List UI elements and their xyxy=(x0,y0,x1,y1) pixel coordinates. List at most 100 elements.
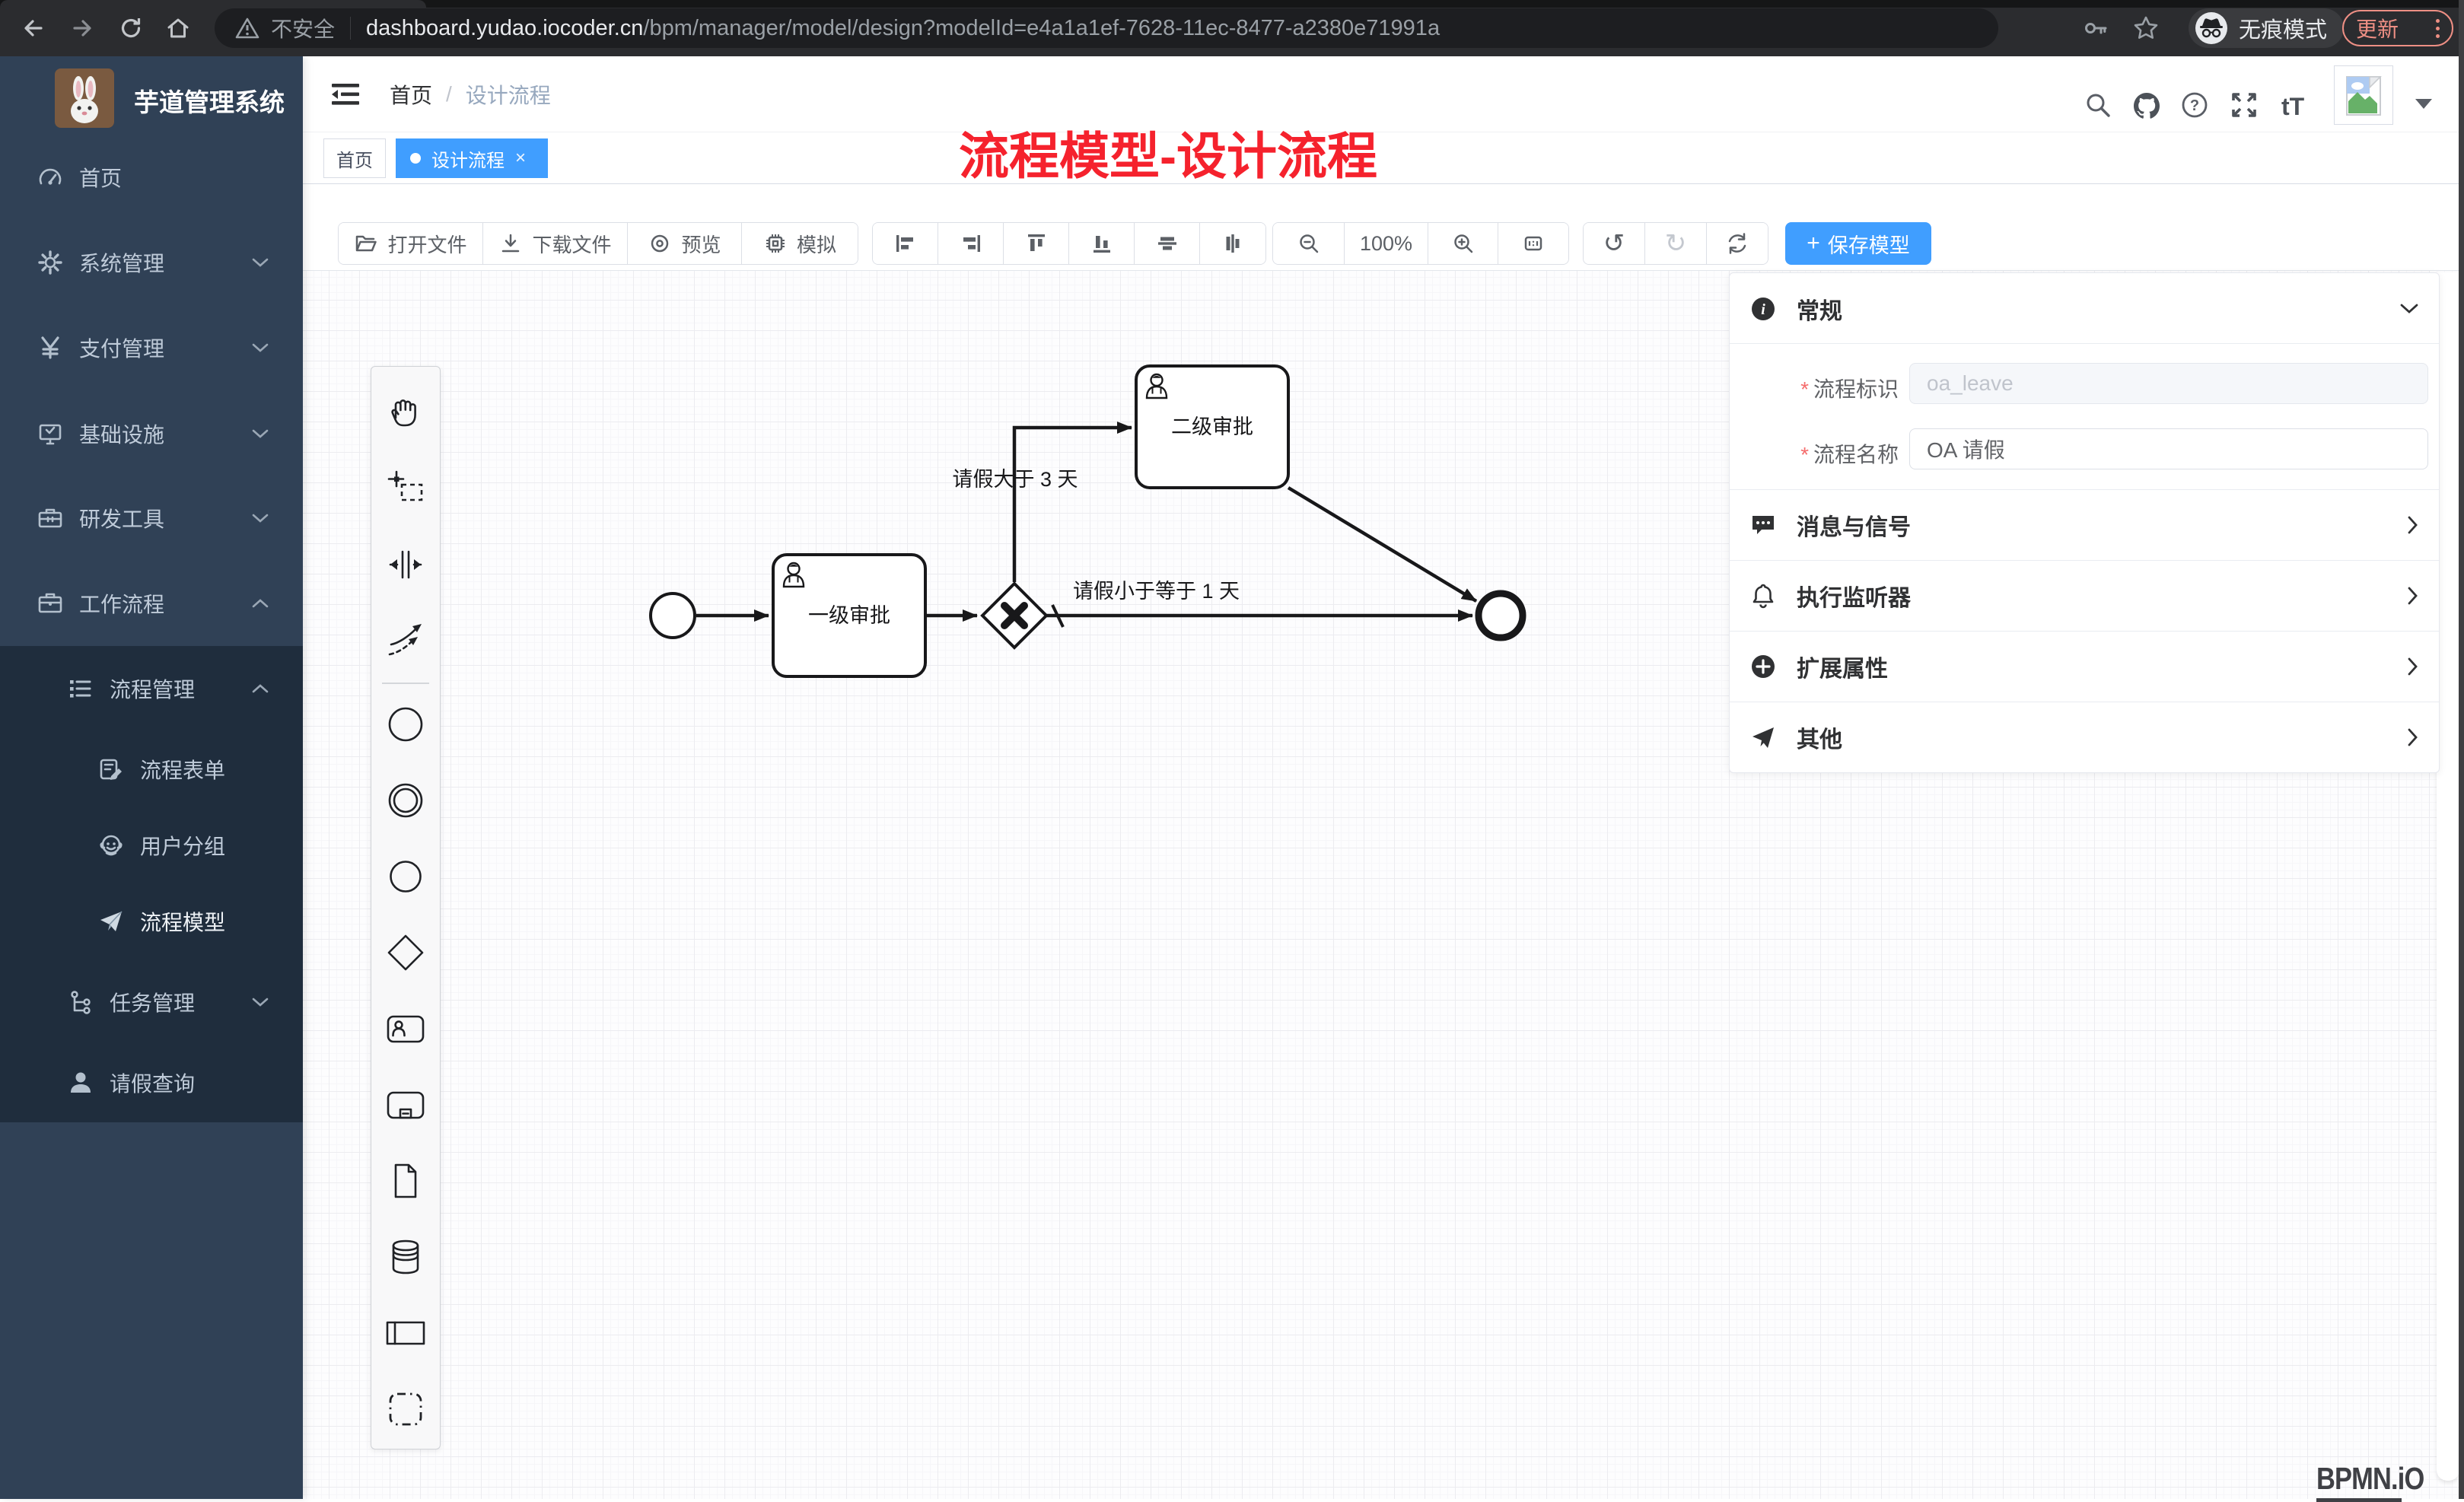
sidebar-item-process-form[interactable]: 流程表单 xyxy=(0,731,303,807)
global-connect-tool[interactable] xyxy=(371,603,440,679)
update-button[interactable]: 更新 xyxy=(2342,10,2453,46)
bookmark-star-icon[interactable] xyxy=(2126,8,2166,48)
save-model-button[interactable]: + 保存模型 xyxy=(1785,222,1931,265)
end-event[interactable] xyxy=(1479,593,1523,638)
tab-home[interactable]: 首页 xyxy=(323,138,386,178)
align-center-button[interactable] xyxy=(1200,223,1265,264)
download-file-button[interactable]: 下载文件 xyxy=(483,223,628,264)
create-start-event[interactable] xyxy=(371,686,440,762)
flow-label-gt3[interactable]: 请假大于 3 天 xyxy=(952,468,1078,491)
security-label[interactable]: 不安全 xyxy=(271,13,335,43)
font-size-icon[interactable]: tT xyxy=(2281,93,2312,123)
align-bottom-button[interactable] xyxy=(1069,223,1135,264)
create-gateway[interactable] xyxy=(371,915,440,991)
sidebar-toggle-icon[interactable] xyxy=(330,79,361,110)
exclusive-gateway[interactable] xyxy=(982,584,1046,648)
avatar[interactable] xyxy=(2334,65,2393,125)
key-icon[interactable] xyxy=(2076,8,2115,48)
section-message-signal[interactable]: 消息与信号 xyxy=(1730,489,2439,560)
app-logo[interactable]: 芋道管理系统 xyxy=(0,62,303,135)
sidebar-item-infra[interactable]: 基础设施 xyxy=(0,391,303,476)
incognito-label: 无痕模式 xyxy=(2239,12,2327,44)
user-icon xyxy=(67,1069,94,1096)
reload-icon[interactable] xyxy=(111,8,151,48)
space-tool[interactable] xyxy=(371,527,440,603)
robot-icon xyxy=(97,832,125,859)
bpmn-palette xyxy=(371,366,441,1449)
flow-task2-to-end[interactable] xyxy=(1288,488,1476,601)
address-bar[interactable]: 不安全 dashboard.yudao.iocoder.cn/bpm/manag… xyxy=(215,8,1998,48)
create-user-task[interactable] xyxy=(371,991,440,1067)
caret-down-icon[interactable] xyxy=(2415,99,2432,109)
sidebar-item-task-mgmt[interactable]: 任务管理 xyxy=(0,959,303,1045)
sidebar-item-workflow[interactable]: 工作流程 xyxy=(0,561,303,646)
url-host[interactable]: dashboard.yudao.iocoder.cn xyxy=(366,16,643,41)
open-file-button[interactable]: 打开文件 xyxy=(339,223,483,264)
incognito-badge: 无痕模式 xyxy=(2189,8,2344,48)
section-general[interactable]: i 常规 xyxy=(1730,273,2439,344)
align-left-button[interactable] xyxy=(873,223,938,264)
zoom-in-button[interactable] xyxy=(1428,223,1498,264)
logo-image xyxy=(55,68,114,128)
create-data-object[interactable] xyxy=(371,1143,440,1219)
hand-tool[interactable] xyxy=(371,374,440,450)
close-icon[interactable]: × xyxy=(515,148,526,169)
sidebar-item-user-group[interactable]: 用户分组 xyxy=(0,807,303,883)
section-execution-listener[interactable]: 执行监听器 xyxy=(1730,560,2439,631)
section-extended-attrs[interactable]: 扩展属性 xyxy=(1730,631,2439,702)
simulate-button[interactable]: 模拟 xyxy=(742,223,858,264)
create-participant[interactable] xyxy=(371,1295,440,1371)
forward-icon[interactable] xyxy=(62,8,102,48)
back-icon[interactable] xyxy=(14,8,53,48)
align-top-button[interactable] xyxy=(1004,223,1069,264)
sidebar-item-process-model[interactable]: 流程模型 xyxy=(0,883,303,959)
panel-scroll-gutter[interactable] xyxy=(2437,272,2459,1481)
process-name-input[interactable] xyxy=(1909,428,2428,469)
start-event[interactable] xyxy=(651,593,695,638)
zoom-out-button[interactable] xyxy=(1273,223,1345,264)
sidebar-item-system[interactable]: 系统管理 xyxy=(0,220,303,305)
preview-button[interactable]: 预览 xyxy=(628,223,742,264)
restart-button[interactable] xyxy=(1707,223,1768,264)
github-icon[interactable] xyxy=(2131,90,2161,120)
undo-button[interactable]: ↺ xyxy=(1584,223,1645,264)
create-subprocess[interactable] xyxy=(371,1067,440,1143)
sidebar-item-home[interactable]: 首页 xyxy=(0,135,303,220)
sidebar-item-process-mgmt[interactable]: 流程管理 xyxy=(0,646,303,731)
sidebar-item-devtools[interactable]: 研发工具 xyxy=(0,476,303,561)
user-task-2[interactable]: 二级审批 xyxy=(1136,366,1288,488)
sidebar-item-payment[interactable]: 支付管理 xyxy=(0,305,303,390)
sidebar-item-leave-query[interactable]: 请假查询 xyxy=(0,1045,303,1121)
browser-tab[interactable] xyxy=(0,0,426,8)
zoom-reset-button[interactable] xyxy=(1498,223,1568,264)
home-icon[interactable] xyxy=(158,8,198,48)
section-title: 其他 xyxy=(1797,721,1842,754)
search-icon[interactable] xyxy=(2083,90,2113,120)
breadcrumb-separator: / xyxy=(446,82,452,107)
create-data-store[interactable] xyxy=(371,1219,440,1295)
create-group[interactable] xyxy=(371,1371,440,1447)
align-middle-button[interactable] xyxy=(1135,223,1200,264)
bpmn-io-watermark[interactable]: BPMN.iO xyxy=(2316,1461,2444,1502)
section-other[interactable]: 其他 xyxy=(1730,702,2439,772)
tree-icon xyxy=(67,988,94,1016)
flow-label-le1[interactable]: 请假小于等于 1 天 xyxy=(1073,580,1240,603)
create-end-event[interactable] xyxy=(371,839,440,915)
chrome-menu-icon[interactable] xyxy=(2436,19,2440,38)
create-intermediate-event[interactable] xyxy=(371,762,440,839)
help-icon[interactable]: ? xyxy=(2179,90,2210,120)
url-path[interactable]: /bpm/manager/model/design?modelId=e4a1a1… xyxy=(643,16,1440,41)
sidebar-item-label: 研发工具 xyxy=(79,503,164,533)
tab-design-process[interactable]: 设计流程 × xyxy=(396,138,548,178)
flow-gateway-to-task2[interactable] xyxy=(1014,428,1132,582)
lasso-tool[interactable] xyxy=(371,450,440,527)
user-task-1[interactable]: 一级审批 xyxy=(773,555,925,676)
redo-button[interactable]: ↻ xyxy=(1645,223,1707,264)
incognito-icon xyxy=(2195,11,2228,45)
chevron-down-icon[interactable] xyxy=(2399,303,2419,315)
align-right-button[interactable] xyxy=(938,223,1004,264)
process-key-input[interactable] xyxy=(1909,363,2428,404)
fullscreen-icon[interactable] xyxy=(2229,90,2259,120)
chevron-down-icon xyxy=(251,257,269,268)
breadcrumb-home[interactable]: 首页 xyxy=(390,79,432,110)
